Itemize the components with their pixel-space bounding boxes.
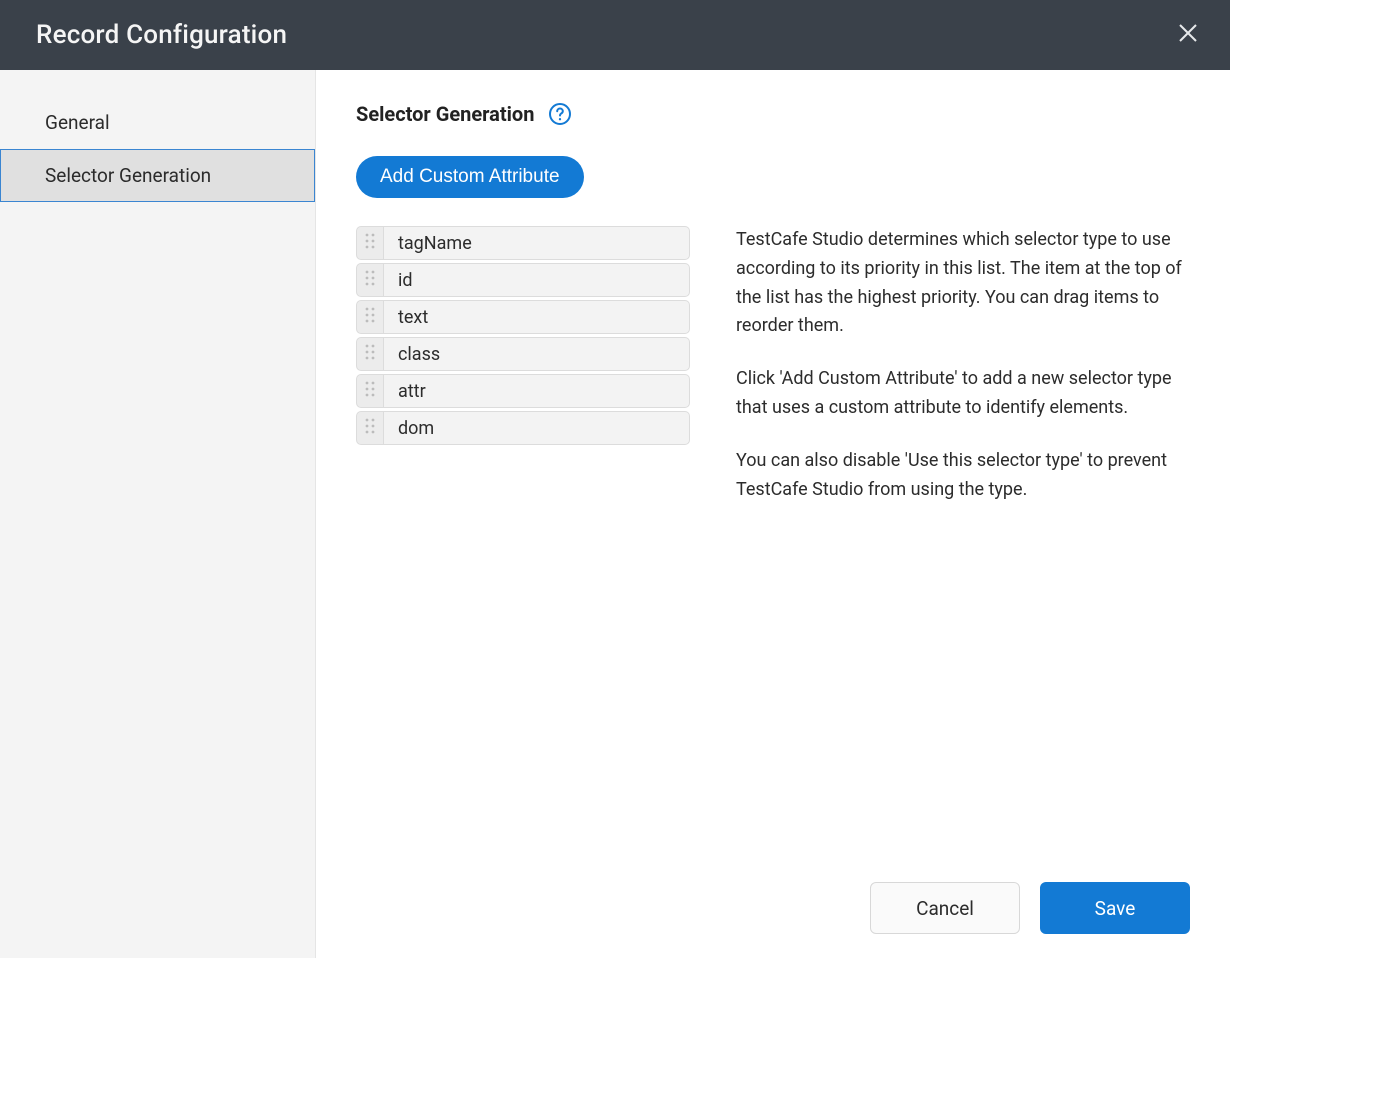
grip-icon: [365, 307, 375, 328]
grip-icon: [365, 418, 375, 439]
description-paragraph: TestCafe Studio determines which selecto…: [736, 226, 1190, 341]
selector-label: class: [384, 337, 690, 371]
selector-priority-list: tagName id: [356, 226, 690, 445]
selector-row-text[interactable]: text: [356, 300, 690, 334]
drag-handle[interactable]: [356, 263, 384, 297]
dialog-header: Record Configuration: [0, 0, 1230, 70]
sidebar-item-label: Selector Generation: [45, 164, 211, 187]
drag-handle[interactable]: [356, 226, 384, 260]
sidebar-item-selector-generation[interactable]: Selector Generation: [0, 149, 315, 202]
selector-label: id: [384, 263, 690, 297]
selector-label: dom: [384, 411, 690, 445]
selector-row-attr[interactable]: attr: [356, 374, 690, 408]
help-icon[interactable]: [548, 102, 572, 126]
grip-icon: [365, 270, 375, 291]
drag-handle[interactable]: [356, 337, 384, 371]
selector-row-id[interactable]: id: [356, 263, 690, 297]
close-button[interactable]: [1174, 21, 1202, 49]
main-panel: Selector Generation Add Custom Attribute: [316, 70, 1230, 958]
section-heading: Selector Generation: [356, 102, 1190, 126]
description-paragraph: Click 'Add Custom Attribute' to add a ne…: [736, 365, 1190, 423]
dialog-body: General Selector Generation Selector Gen…: [0, 70, 1230, 958]
grip-icon: [365, 381, 375, 402]
section-title: Selector Generation: [356, 102, 534, 126]
selector-label: attr: [384, 374, 690, 408]
drag-handle[interactable]: [356, 411, 384, 445]
selector-label: tagName: [384, 226, 690, 260]
record-configuration-dialog: Record Configuration General Selector Ge…: [0, 0, 1230, 958]
dialog-footer: Cancel Save: [316, 872, 1230, 958]
selector-label: text: [384, 300, 690, 334]
sidebar: General Selector Generation: [0, 70, 316, 958]
grip-icon: [365, 233, 375, 254]
selector-row-class[interactable]: class: [356, 337, 690, 371]
selector-configuration-row: tagName id: [356, 226, 1190, 504]
drag-handle[interactable]: [356, 300, 384, 334]
drag-handle[interactable]: [356, 374, 384, 408]
dialog-title: Record Configuration: [36, 20, 287, 50]
description-paragraph: You can also disable 'Use this selector …: [736, 447, 1190, 505]
close-icon: [1179, 24, 1197, 47]
grip-icon: [365, 344, 375, 365]
description-text: TestCafe Studio determines which selecto…: [736, 226, 1190, 504]
cancel-button[interactable]: Cancel: [870, 882, 1020, 934]
selector-row-tagname[interactable]: tagName: [356, 226, 690, 260]
main-content: Selector Generation Add Custom Attribute: [316, 70, 1230, 872]
selector-row-dom[interactable]: dom: [356, 411, 690, 445]
add-custom-attribute-button[interactable]: Add Custom Attribute: [356, 156, 584, 198]
save-button[interactable]: Save: [1040, 882, 1190, 934]
sidebar-item-general[interactable]: General: [0, 96, 315, 149]
sidebar-item-label: General: [45, 111, 110, 134]
